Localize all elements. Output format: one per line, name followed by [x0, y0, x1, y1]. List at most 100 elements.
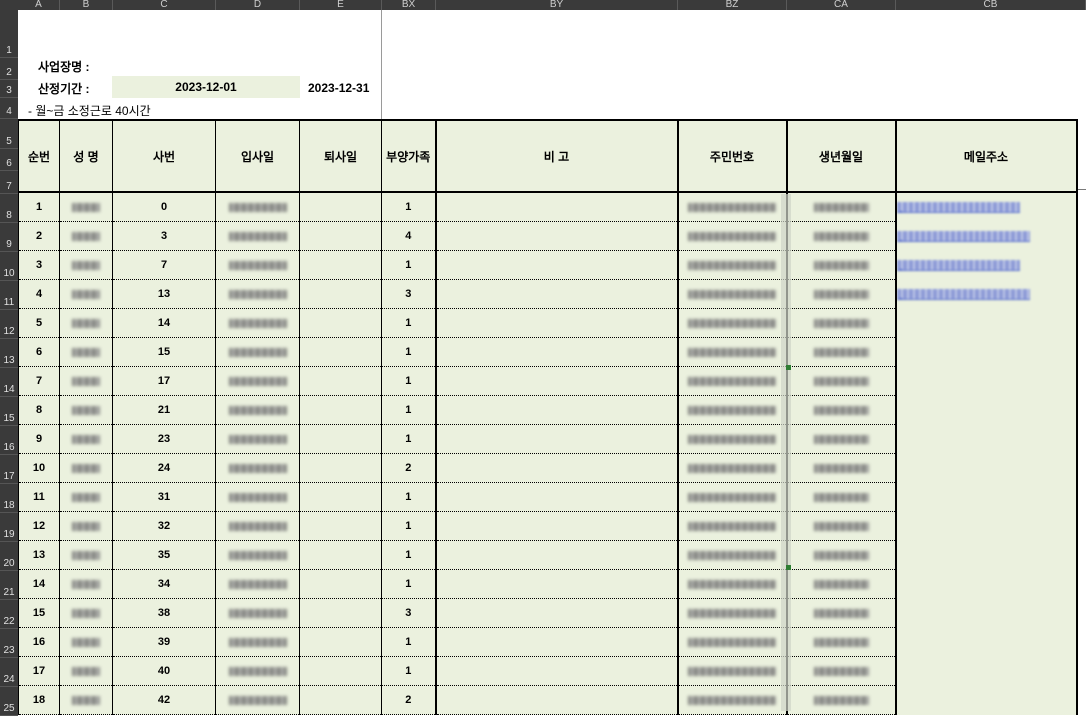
seq-cell[interactable]: 15 — [18, 598, 60, 628]
name-cell[interactable] — [59, 453, 113, 483]
resident-no-cell[interactable] — [676, 250, 787, 280]
hire-date-cell[interactable] — [215, 192, 300, 222]
row-header-16[interactable]: 16 — [0, 426, 18, 455]
seq-cell[interactable]: 1 — [18, 192, 60, 222]
leave-date-cell[interactable] — [299, 685, 382, 715]
resident-no-cell[interactable] — [676, 569, 787, 599]
leave-date-cell[interactable] — [299, 308, 382, 338]
leave-date-cell[interactable] — [299, 627, 382, 657]
remarks-cell[interactable] — [434, 453, 678, 483]
email-cell[interactable] — [894, 511, 1078, 541]
email-link[interactable] — [897, 230, 1030, 242]
seq-cell[interactable]: 16 — [18, 627, 60, 657]
dependents-cell[interactable]: 1 — [381, 192, 436, 222]
hire-date-cell[interactable] — [215, 337, 300, 367]
remarks-cell[interactable] — [434, 569, 678, 599]
emp-id-cell[interactable]: 38 — [112, 598, 216, 628]
column-header-d[interactable]: D — [216, 0, 300, 10]
table-row[interactable]: 4 13 3 — [18, 279, 1078, 309]
leave-date-cell[interactable] — [299, 337, 382, 367]
resident-no-cell[interactable] — [676, 511, 787, 541]
seq-cell[interactable]: 2 — [18, 221, 60, 251]
birth-date-cell[interactable] — [785, 192, 896, 222]
seq-cell[interactable]: 14 — [18, 569, 60, 599]
name-cell[interactable] — [59, 279, 113, 309]
email-cell[interactable] — [894, 627, 1078, 657]
table-row[interactable]: 15 38 3 — [18, 598, 1078, 628]
birth-date-cell[interactable] — [785, 656, 896, 686]
row-header-12[interactable]: 12 — [0, 310, 18, 339]
resident-no-cell[interactable] — [676, 424, 787, 454]
email-cell[interactable] — [894, 569, 1078, 599]
hire-date-cell[interactable] — [215, 453, 300, 483]
name-cell[interactable] — [59, 569, 113, 599]
email-link[interactable] — [897, 259, 1020, 271]
leave-date-cell[interactable] — [299, 279, 382, 309]
remarks-cell[interactable] — [434, 192, 678, 222]
hire-date-cell[interactable] — [215, 569, 300, 599]
hire-date-cell[interactable] — [215, 656, 300, 686]
leave-date-cell[interactable] — [299, 250, 382, 280]
row-header-3[interactable]: 3 — [0, 80, 18, 98]
resident-no-cell[interactable] — [676, 192, 787, 222]
name-cell[interactable] — [59, 395, 113, 425]
row-header-23[interactable]: 23 — [0, 629, 18, 658]
column-header-bx[interactable]: BX — [382, 0, 436, 10]
hire-date-cell[interactable] — [215, 511, 300, 541]
resident-no-cell[interactable] — [676, 221, 787, 251]
name-cell[interactable] — [59, 424, 113, 454]
hire-date-cell[interactable] — [215, 482, 300, 512]
row-header-1[interactable]: 1 — [0, 10, 18, 58]
hire-date-cell[interactable] — [215, 540, 300, 570]
emp-id-cell[interactable]: 35 — [112, 540, 216, 570]
table-row[interactable]: 1 0 1 — [18, 192, 1078, 222]
column-header-b[interactable]: B — [60, 0, 113, 10]
hire-date-cell[interactable] — [215, 395, 300, 425]
table-row[interactable]: 2 3 4 — [18, 221, 1078, 251]
row-header-20[interactable]: 20 — [0, 542, 18, 571]
select-all-corner[interactable] — [0, 0, 18, 10]
column-header-e[interactable]: E — [300, 0, 382, 10]
table-row[interactable]: 7 17 1 — [18, 366, 1078, 396]
table-row[interactable]: 12 32 1 — [18, 511, 1078, 541]
leave-date-cell[interactable] — [299, 482, 382, 512]
seq-cell[interactable]: 6 — [18, 337, 60, 367]
remarks-cell[interactable] — [434, 482, 678, 512]
row-header-17[interactable]: 17 — [0, 455, 18, 484]
resident-no-cell[interactable] — [676, 627, 787, 657]
name-cell[interactable] — [59, 685, 113, 715]
resident-no-cell[interactable] — [676, 308, 787, 338]
leave-date-cell[interactable] — [299, 366, 382, 396]
seq-cell[interactable]: 9 — [18, 424, 60, 454]
leave-date-cell[interactable] — [299, 540, 382, 570]
birth-date-cell[interactable] — [785, 279, 896, 309]
birth-date-cell[interactable] — [785, 685, 896, 715]
leave-date-cell[interactable] — [299, 453, 382, 483]
row-header-25[interactable]: 25 — [0, 687, 18, 716]
table-row[interactable]: 16 39 1 — [18, 627, 1078, 657]
leave-date-cell[interactable] — [299, 192, 382, 222]
dependents-cell[interactable]: 1 — [381, 569, 436, 599]
seq-cell[interactable]: 13 — [18, 540, 60, 570]
table-row[interactable]: 6 15 1 — [18, 337, 1078, 367]
hire-date-cell[interactable] — [215, 308, 300, 338]
row-header-15[interactable]: 15 — [0, 397, 18, 426]
remarks-cell[interactable] — [434, 366, 678, 396]
birth-date-cell[interactable] — [785, 598, 896, 628]
hire-date-cell[interactable] — [215, 424, 300, 454]
column-header-by[interactable]: BY — [436, 0, 678, 10]
resident-no-cell[interactable] — [676, 685, 787, 715]
birth-date-cell[interactable] — [785, 308, 896, 338]
row-header-11[interactable]: 11 — [0, 281, 18, 310]
email-cell[interactable] — [894, 308, 1078, 338]
seq-cell[interactable]: 17 — [18, 656, 60, 686]
dependents-cell[interactable]: 1 — [381, 656, 436, 686]
emp-id-cell[interactable]: 15 — [112, 337, 216, 367]
remarks-cell[interactable] — [434, 221, 678, 251]
column-header-ca[interactable]: CA — [787, 0, 896, 10]
email-cell[interactable] — [894, 337, 1078, 367]
hire-date-cell[interactable] — [215, 250, 300, 280]
name-cell[interactable] — [59, 598, 113, 628]
row-header-22[interactable]: 22 — [0, 600, 18, 629]
resident-no-cell[interactable] — [676, 366, 787, 396]
